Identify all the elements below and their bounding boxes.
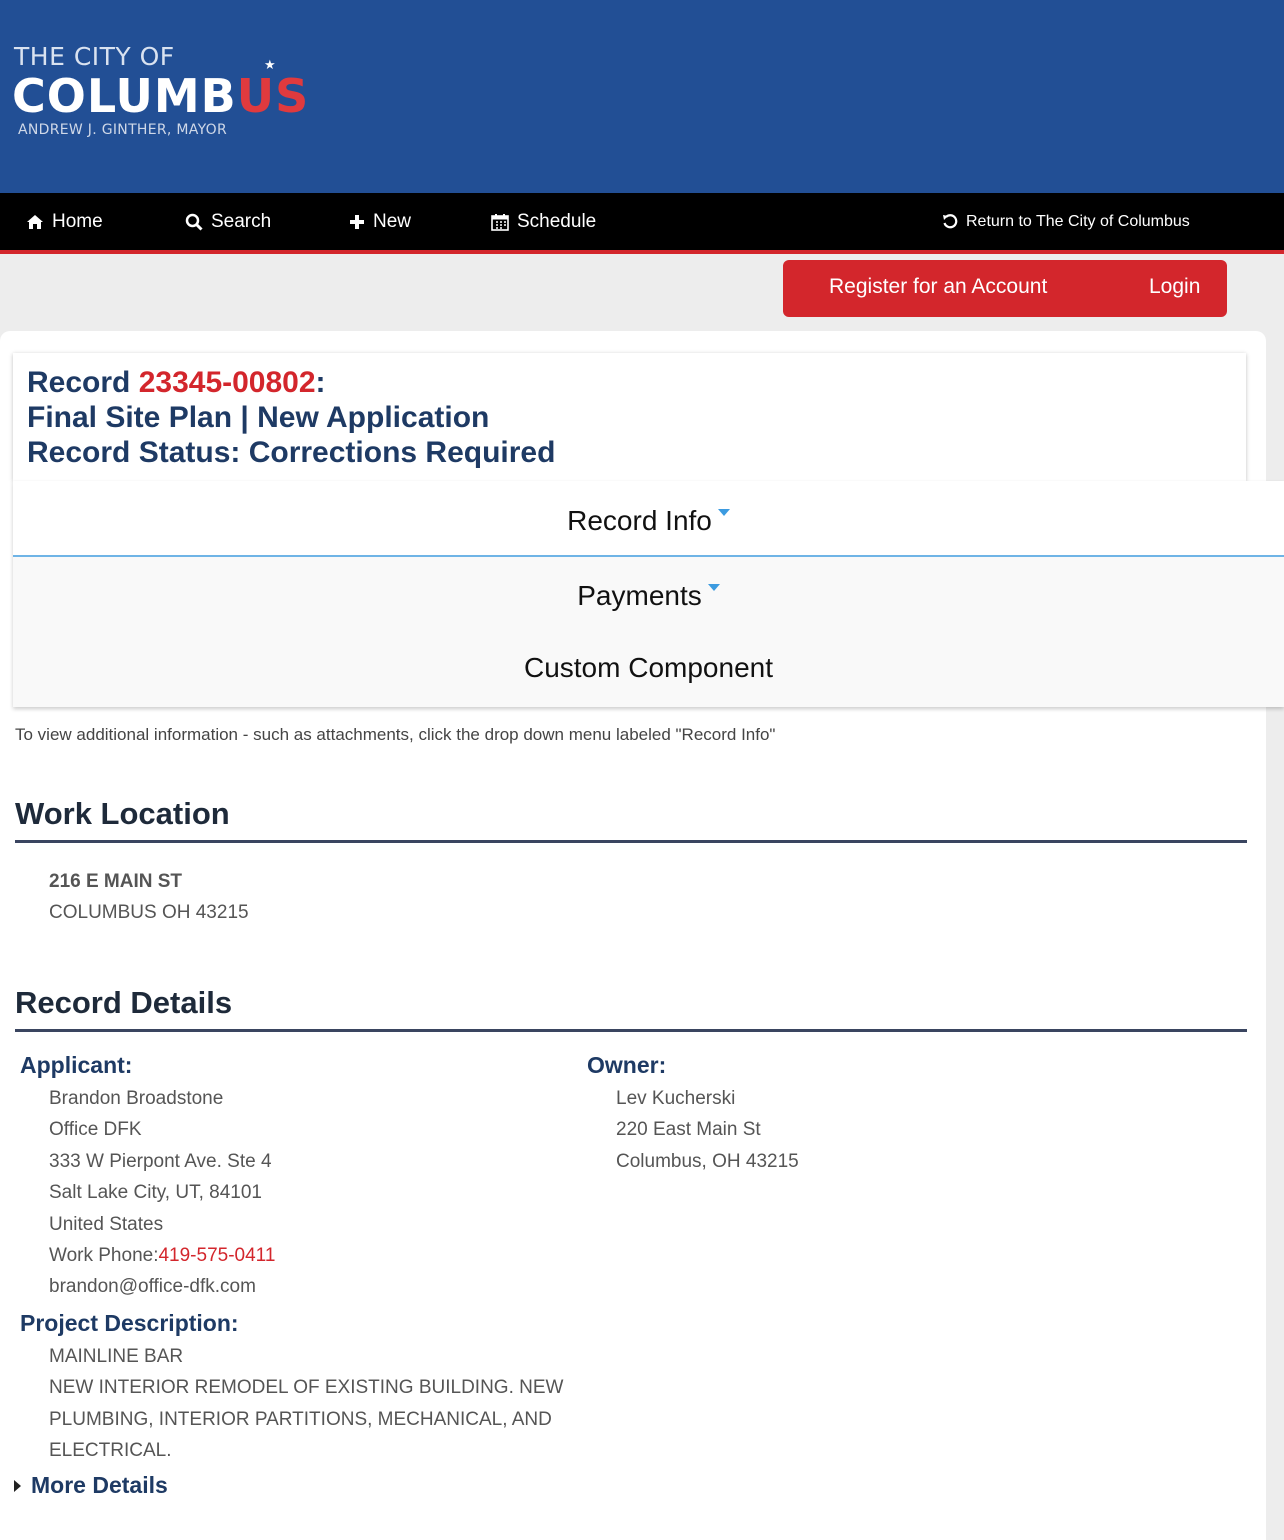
project-name: MAINLINE BAR (49, 1346, 184, 1367)
project-description-block: MAINLINE BAR NEW INTERIOR REMODEL OF EXI… (49, 1341, 563, 1467)
logo-wordmark-accent: US (236, 69, 310, 123)
nav-search[interactable]: Search (185, 193, 271, 250)
record-menu: Record Info Payments Custom Component (13, 481, 1284, 707)
record-suffix: : (315, 366, 326, 399)
owner-block: Lev Kucherski 220 East Main St Columbus,… (616, 1083, 799, 1177)
menu-custom-component[interactable]: Custom Component (13, 631, 1284, 707)
caret-right-icon (14, 1479, 21, 1492)
record-title: Record 23345-00802: (27, 365, 1246, 400)
nav-return-link[interactable]: Return to The City of Columbus (942, 193, 1190, 250)
owner-street: 220 East Main St (616, 1119, 761, 1141)
nav-new-label: New (373, 210, 412, 232)
city-logo[interactable]: THE CITY OF COLUMBUS ★ ANDREW J. GINTHER… (12, 42, 334, 146)
info-note: To view additional information - such as… (15, 725, 776, 744)
nav-home-label: Home (52, 210, 103, 232)
record-prefix: Record (27, 366, 139, 399)
menu-payments-label: Payments (577, 580, 702, 611)
record-status: Record Status: Corrections Required (27, 436, 556, 469)
nav-search-label: Search (211, 210, 272, 232)
phone-label: Work Phone: (49, 1245, 159, 1267)
more-details-toggle[interactable]: More Details (14, 1472, 168, 1499)
record-details-heading: Record Details (15, 985, 1247, 1032)
menu-custom-label: Custom Component (523, 652, 773, 683)
project-description-label: Project Description: (20, 1310, 239, 1336)
applicant-street: 333 W Pierpont Ave. Ste 4 (49, 1150, 272, 1172)
undo-icon (943, 213, 958, 228)
logo-line1: THE CITY OF (14, 42, 175, 71)
auth-bar: Register for an Account Login (783, 260, 1227, 317)
main-nav: Home Search New Schedule Return to The C… (0, 193, 1284, 254)
owner-city: Columbus, OH 43215 (616, 1150, 799, 1172)
applicant-country: United States (49, 1213, 164, 1235)
menu-record-info[interactable]: Record Info (13, 481, 1284, 557)
applicant-block: Brandon Broadstone Office DFK 333 W Pier… (49, 1083, 275, 1303)
register-link[interactable]: Register for an Account (829, 275, 1047, 299)
login-link[interactable]: Login (1149, 275, 1200, 299)
star-icon: ★ (264, 57, 276, 72)
nav-return-label: Return to The City of Columbus (966, 212, 1190, 230)
more-details-label: More Details (31, 1472, 168, 1498)
caret-down-icon (717, 509, 730, 516)
home-icon (27, 214, 43, 229)
nav-new[interactable]: New (349, 193, 411, 250)
record-header: Record 23345-00802: Final Site Plan | Ne… (13, 353, 1246, 481)
project-line1: NEW INTERIOR REMODEL OF EXISTING BUILDIN… (49, 1377, 564, 1399)
address-line2: COLUMBUS OH 43215 (49, 902, 249, 923)
menu-payments[interactable]: Payments (13, 559, 1284, 631)
logo-wordmark-main: COLUMB (12, 69, 237, 123)
applicant-phone-row: Work Phone:419-575-0411 (49, 1240, 275, 1271)
plus-icon (350, 214, 364, 229)
nav-schedule-label: Schedule (517, 210, 597, 232)
work-location-address: 216 E MAIN ST COLUMBUS OH 43215 (49, 866, 249, 928)
phone-link[interactable]: 419-575-0411 (158, 1245, 275, 1266)
logo-mayor-line: ANDREW J. GINTHER, MAYOR (18, 122, 228, 138)
search-icon (185, 213, 203, 231)
calendar-icon (491, 213, 509, 231)
work-location-heading: Work Location (15, 796, 1247, 843)
owner-label: Owner: (587, 1052, 667, 1078)
applicant-label: Applicant: (20, 1052, 133, 1078)
nav-schedule[interactable]: Schedule (491, 193, 596, 250)
menu-record-info-label: Record Info (567, 505, 712, 536)
record-number: 23345-00802 (138, 366, 316, 399)
caret-down-icon (707, 584, 720, 591)
owner-name: Lev Kucherski (616, 1088, 736, 1109)
nav-home[interactable]: Home (26, 193, 103, 250)
applicant-email: brandon@office-dfk.com (49, 1276, 256, 1298)
site-header: THE CITY OF COLUMBUS ★ ANDREW J. GINTHER… (0, 0, 1284, 193)
project-line2: PLUMBING, INTERIOR PARTITIONS, MECHANICA… (49, 1408, 552, 1430)
applicant-company: Office DFK (49, 1119, 142, 1141)
applicant-name: Brandon Broadstone (49, 1088, 224, 1109)
applicant-city: Salt Lake City, UT, 84101 (49, 1182, 262, 1204)
logo-wordmark: COLUMBUS (12, 70, 309, 122)
project-line3: ELECTRICAL. (49, 1440, 172, 1462)
record-type: Final Site Plan | New Application (27, 401, 490, 434)
address-line1: 216 E MAIN ST (49, 871, 183, 892)
